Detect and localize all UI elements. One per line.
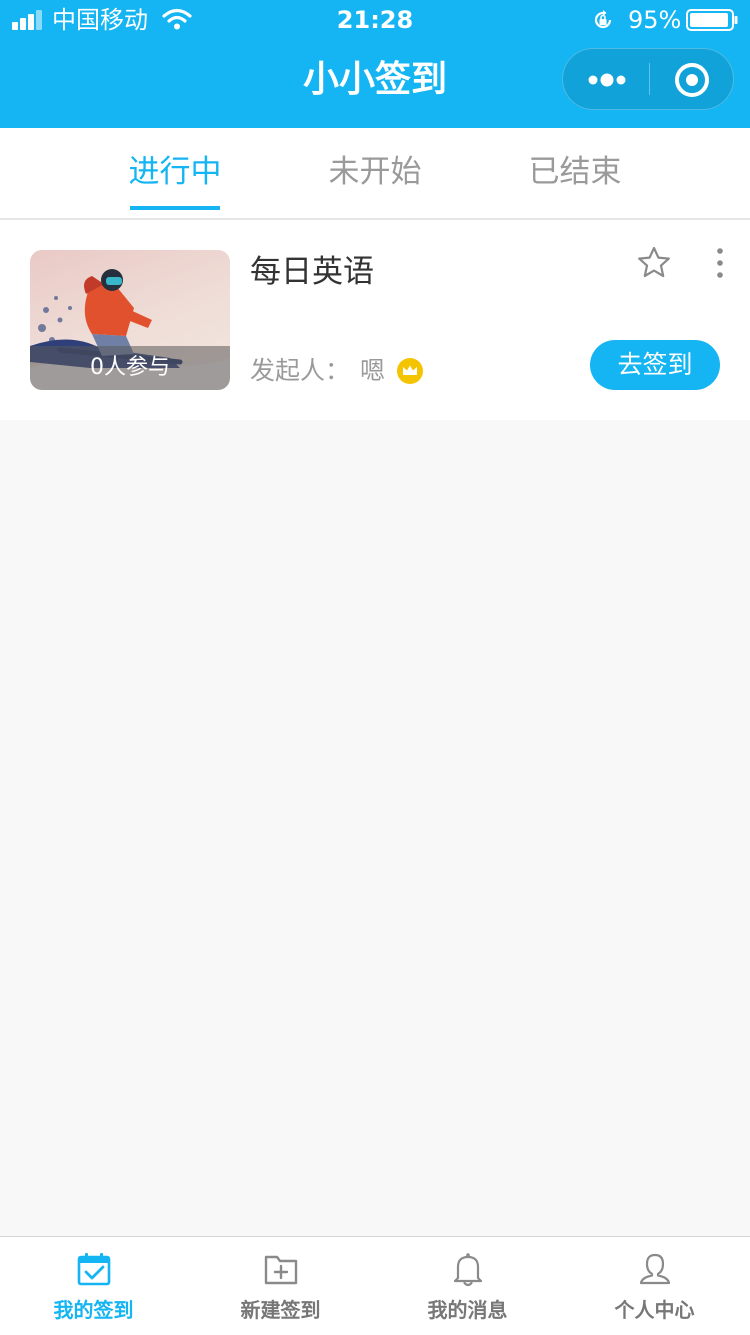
target-close-icon (675, 63, 709, 97)
more-vertical-icon[interactable] (706, 246, 734, 280)
tabbar-label: 我的签到 (53, 1298, 134, 1322)
bell-icon (453, 1253, 483, 1287)
status-tabs: 进行中 未开始 已结束 (0, 128, 750, 220)
top-bar: 中国移动 21:28 95% 小小签到 (0, 0, 750, 128)
mini-program-capsule (562, 48, 734, 110)
battery-icon (686, 9, 738, 31)
rotation-lock-icon (594, 10, 612, 29)
tabbar-item-new-checkin[interactable]: 新建签到 (187, 1237, 374, 1335)
tabbar-item-my-messages[interactable]: 我的消息 (374, 1237, 561, 1335)
active-tab-indicator (130, 206, 220, 210)
close-button[interactable] (650, 49, 734, 109)
snowboarder-photo: 0人参与 (30, 250, 230, 390)
calendar-check-icon (77, 1253, 111, 1286)
tabbar-label: 个人中心 (614, 1298, 695, 1322)
battery-percent: 95% (628, 6, 682, 34)
tab-not-started[interactable]: 未开始 (315, 128, 435, 218)
initiator-label: 发起人： (250, 356, 351, 385)
activity-title: 每日英语 (250, 254, 374, 290)
checkin-button[interactable]: 去签到 (590, 340, 720, 390)
tabbar-item-my-checkins[interactable]: 我的签到 (0, 1237, 187, 1335)
tabbar-label: 我的消息 (427, 1298, 508, 1322)
bottom-tab-bar: 我的签到 新建签到 我的消息 个人中心 (0, 1236, 750, 1335)
crown-icon (397, 358, 423, 384)
tab-ended[interactable]: 已结束 (515, 128, 635, 218)
initiator-name: 嗯 (360, 356, 386, 385)
tabbar-label: 新建签到 (240, 1298, 321, 1322)
star-outline-icon[interactable] (634, 243, 674, 283)
more-dots-icon (588, 73, 626, 87)
status-bar: 中国移动 21:28 95% (0, 0, 750, 40)
tabbar-item-profile[interactable]: 个人中心 (561, 1237, 748, 1335)
tab-in-progress[interactable]: 进行中 (115, 128, 235, 218)
more-button[interactable] (563, 49, 649, 109)
participant-count: 0人参与 (30, 346, 230, 390)
user-icon (639, 1253, 671, 1285)
folder-plus-icon (264, 1255, 298, 1285)
